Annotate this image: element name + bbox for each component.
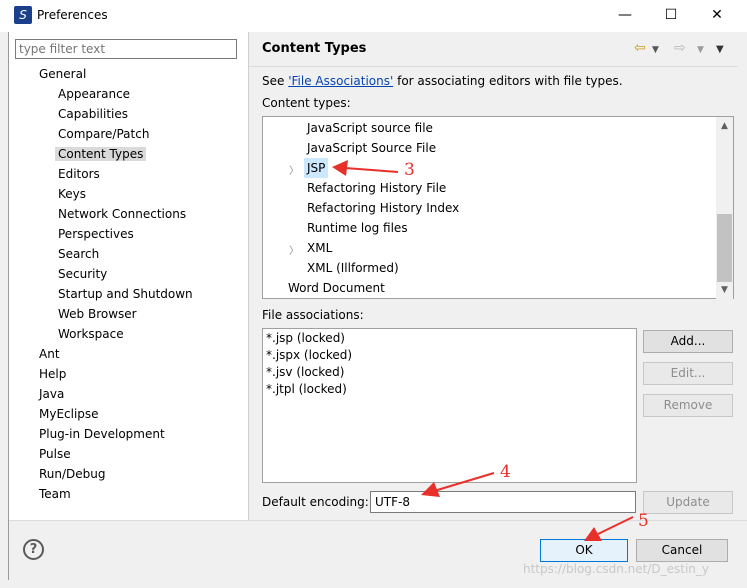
annotation-arrow-4 (421, 472, 495, 497)
annotation-overlay (332, 160, 634, 541)
annotation-label-5: 5 (638, 511, 649, 531)
annotation-arrow-3 (332, 160, 399, 176)
annotation-label-4: 4 (500, 462, 511, 482)
annotation-arrow-5 (584, 516, 634, 541)
annotation-label-3: 3 (404, 160, 415, 180)
